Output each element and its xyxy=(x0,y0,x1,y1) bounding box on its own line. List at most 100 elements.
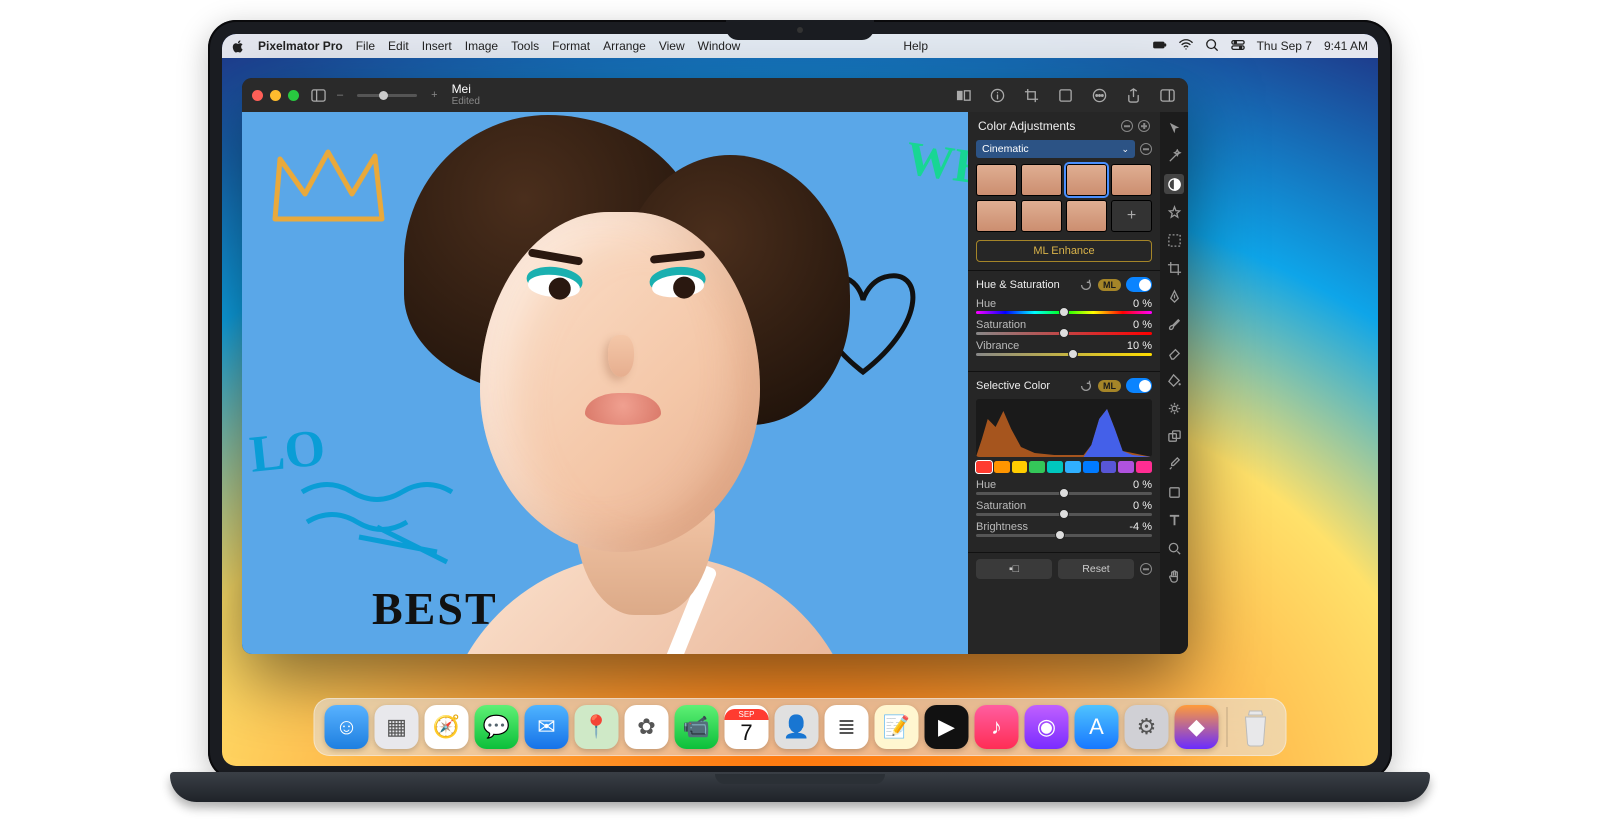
canvas[interactable]: WE LO BEST xyxy=(242,112,968,654)
menu-insert[interactable]: Insert xyxy=(422,39,452,53)
close-button[interactable] xyxy=(252,90,263,101)
menubar-app-name[interactable]: Pixelmator Pro xyxy=(258,39,343,53)
color-swatch[interactable] xyxy=(1029,461,1045,473)
spotlight-icon[interactable] xyxy=(1205,38,1219,55)
section-toggle[interactable] xyxy=(1126,378,1152,393)
brush-tool-icon[interactable] xyxy=(1164,314,1184,334)
collapse-icon[interactable] xyxy=(1140,563,1152,575)
dock-appstore[interactable]: A xyxy=(1075,705,1119,749)
color-swatch[interactable] xyxy=(1047,461,1063,473)
vibrance-slider[interactable] xyxy=(976,353,1152,356)
add-adjustment-icon[interactable] xyxy=(1138,120,1150,132)
sel-sat-slider[interactable] xyxy=(976,513,1152,516)
preset-thumb[interactable] xyxy=(976,200,1017,232)
menu-arrange[interactable]: Arrange xyxy=(603,39,646,53)
pen-tool-icon[interactable] xyxy=(1164,286,1184,306)
type-tool-icon[interactable] xyxy=(1164,510,1184,530)
crop-icon[interactable] xyxy=(1020,84,1042,106)
control-center-icon[interactable] xyxy=(1231,38,1245,55)
apple-menu-icon[interactable] xyxy=(232,40,245,53)
marquee-tool-icon[interactable] xyxy=(1164,230,1184,250)
dock-reminders[interactable]: ≣ xyxy=(825,705,869,749)
dock-podcasts[interactable]: ◉ xyxy=(1025,705,1069,749)
shape-tool-icon[interactable] xyxy=(1164,482,1184,502)
menu-format[interactable]: Format xyxy=(552,39,590,53)
zoom-button[interactable] xyxy=(288,90,299,101)
dock-pixelmator[interactable]: ◆ xyxy=(1175,705,1219,749)
preset-thumb[interactable] xyxy=(1066,200,1107,232)
sidebar-toggle-icon[interactable] xyxy=(307,84,329,106)
zoom-slider[interactable] xyxy=(357,94,417,97)
menubar-date[interactable]: Thu Sep 7 xyxy=(1257,39,1312,53)
color-swatch[interactable] xyxy=(976,461,992,473)
artboard-icon[interactable] xyxy=(1054,84,1076,106)
menu-help[interactable]: Help xyxy=(903,39,928,53)
eraser-tool-icon[interactable] xyxy=(1164,342,1184,362)
effects-tool-icon[interactable] xyxy=(1164,202,1184,222)
menubar-time[interactable]: 9:41 AM xyxy=(1324,39,1368,53)
clone-tool-icon[interactable] xyxy=(1164,426,1184,446)
add-preset-button[interactable]: + xyxy=(1111,200,1152,232)
eyedropper-tool-icon[interactable] xyxy=(1164,454,1184,474)
arrow-tool-icon[interactable] xyxy=(1164,118,1184,138)
preset-select[interactable]: Cinematic ⌄ xyxy=(976,140,1135,158)
compare-icon[interactable] xyxy=(952,84,974,106)
preset-thumb[interactable] xyxy=(976,164,1017,196)
dock-notes[interactable]: 📝 xyxy=(875,705,919,749)
wifi-icon[interactable] xyxy=(1179,38,1193,55)
color-swatch[interactable] xyxy=(1065,461,1081,473)
saturation-slider[interactable] xyxy=(976,332,1152,335)
section-toggle[interactable] xyxy=(1126,277,1152,292)
menu-file[interactable]: File xyxy=(356,39,375,53)
collapse-all-icon[interactable] xyxy=(1121,120,1133,132)
dock-safari[interactable]: 🧭 xyxy=(425,705,469,749)
color-swatch[interactable] xyxy=(1101,461,1117,473)
dock-messages[interactable]: 💬 xyxy=(475,705,519,749)
reset-button[interactable]: Reset xyxy=(1058,559,1134,579)
crop-tool-icon[interactable] xyxy=(1164,258,1184,278)
dock-photos[interactable]: ✿ xyxy=(625,705,669,749)
dock-finder[interactable]: ☺ xyxy=(325,705,369,749)
battery-icon[interactable] xyxy=(1153,38,1167,55)
sel-bright-slider[interactable] xyxy=(976,534,1152,537)
dock-launchpad[interactable]: ▦ xyxy=(375,705,419,749)
dock-maps[interactable]: 📍 xyxy=(575,705,619,749)
color-adjust-tool-icon[interactable] xyxy=(1164,174,1184,194)
info-icon[interactable] xyxy=(986,84,1008,106)
minimize-button[interactable] xyxy=(270,90,281,101)
ml-badge[interactable]: ML xyxy=(1098,279,1121,291)
ellipsis-icon[interactable] xyxy=(1088,84,1110,106)
hand-tool-icon[interactable] xyxy=(1164,566,1184,586)
preset-thumb-selected[interactable] xyxy=(1066,164,1107,196)
dock-trash[interactable] xyxy=(1236,705,1276,749)
color-swatch[interactable] xyxy=(1083,461,1099,473)
ml-enhance-button[interactable]: ML Enhance xyxy=(976,240,1152,262)
color-swatch[interactable] xyxy=(1012,461,1028,473)
reset-icon[interactable] xyxy=(1079,379,1093,393)
dock-settings[interactable]: ⚙ xyxy=(1125,705,1169,749)
dock-facetime[interactable]: 📹 xyxy=(675,705,719,749)
document-title[interactable]: Mei Edited xyxy=(452,83,480,107)
menu-edit[interactable]: Edit xyxy=(388,39,409,53)
split-compare-button[interactable]: ▪□ xyxy=(976,559,1052,579)
menu-window[interactable]: Window xyxy=(698,39,741,53)
dock-tv[interactable]: ▶ xyxy=(925,705,969,749)
color-swatch[interactable] xyxy=(1136,461,1152,473)
fill-tool-icon[interactable] xyxy=(1164,370,1184,390)
sel-hue-slider[interactable] xyxy=(976,492,1152,495)
menu-view[interactable]: View xyxy=(659,39,685,53)
wand-tool-icon[interactable] xyxy=(1164,146,1184,166)
hue-slider[interactable] xyxy=(976,311,1152,314)
dock-music[interactable]: ♪ xyxy=(975,705,1019,749)
retouch-tool-icon[interactable] xyxy=(1164,398,1184,418)
share-icon[interactable] xyxy=(1122,84,1144,106)
color-swatch[interactable] xyxy=(1118,461,1134,473)
dock-contacts[interactable]: 👤 xyxy=(775,705,819,749)
remove-preset-icon[interactable] xyxy=(1140,143,1152,155)
preset-thumb[interactable] xyxy=(1111,164,1152,196)
ml-badge[interactable]: ML xyxy=(1098,380,1121,392)
menu-image[interactable]: Image xyxy=(465,39,498,53)
panels-icon[interactable] xyxy=(1156,84,1178,106)
preset-thumb[interactable] xyxy=(1021,164,1062,196)
menu-tools[interactable]: Tools xyxy=(511,39,539,53)
